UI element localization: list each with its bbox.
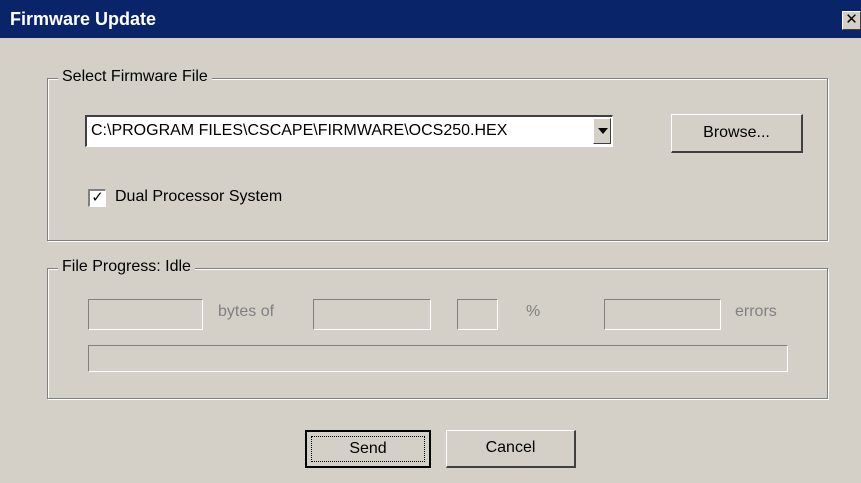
cancel-button-label: Cancel [485, 439, 536, 456]
file-progress-bar [88, 345, 788, 372]
close-icon: ✕ [845, 11, 858, 28]
checkmark-icon: ✓ [91, 189, 104, 206]
select-firmware-legend: Select Firmware File [58, 68, 212, 86]
cancel-button[interactable]: Cancel [446, 430, 576, 468]
bytes-of-label: bytes of [218, 303, 275, 320]
firmware-file-path: C:\PROGRAM FILES\CSCAPE\FIRMWARE\OCS250.… [91, 122, 508, 139]
errors-field [604, 299, 721, 330]
focus-indicator [311, 436, 425, 462]
file-progress-legend: File Progress: Idle [58, 258, 195, 276]
close-button[interactable]: ✕ [842, 11, 861, 30]
title-bar: Firmware Update ✕ [0, 0, 861, 38]
total-bytes-field [313, 299, 431, 330]
percent-field [457, 299, 498, 330]
bytes-sent-field [88, 299, 203, 330]
send-button[interactable]: Send [305, 430, 431, 468]
dual-processor-checkbox[interactable]: ✓ [88, 189, 106, 207]
chevron-down-icon[interactable] [593, 118, 611, 144]
window-title: Firmware Update [10, 9, 157, 29]
percent-label: % [526, 303, 541, 320]
browse-button[interactable]: Browse... [671, 114, 803, 153]
browse-button-label: Browse... [703, 124, 770, 141]
firmware-file-combobox[interactable]: C:\PROGRAM FILES\CSCAPE\FIRMWARE\OCS250.… [85, 115, 613, 147]
file-progress-group: File Progress: Idle [47, 258, 828, 399]
errors-label: errors [735, 303, 777, 320]
select-firmware-group: Select Firmware File [47, 68, 828, 241]
dual-processor-label: Dual Processor System [115, 188, 283, 205]
